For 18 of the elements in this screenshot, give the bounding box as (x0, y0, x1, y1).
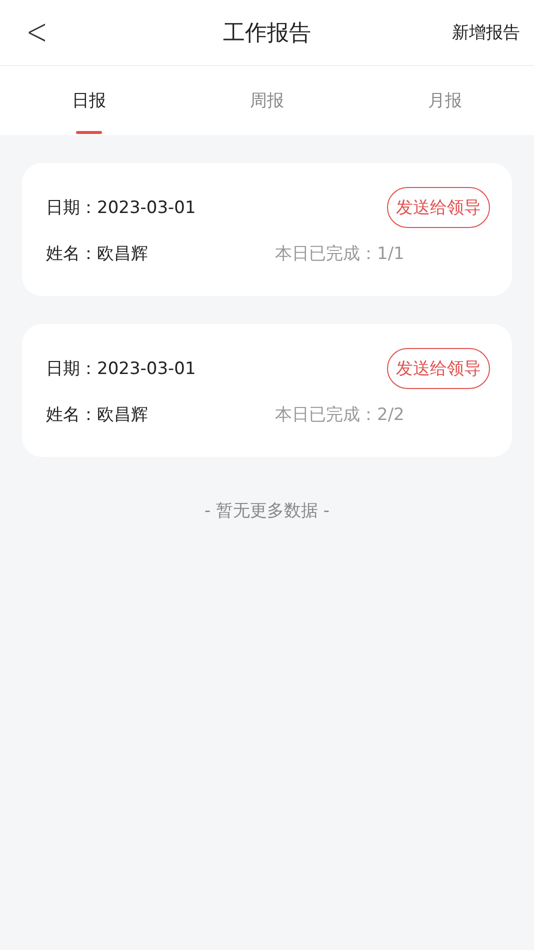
date-text: 日期：2023-03-01 (46, 358, 196, 380)
tab[interactable]: 月报 (424, 81, 466, 120)
send-to-leader-button[interactable]: 发送给领导 (387, 348, 490, 389)
page-title: 工作报告 (223, 20, 311, 48)
name-text: 姓名：欧昌辉 (46, 243, 148, 265)
completion-text: 本日已完成：2/2 (275, 404, 406, 426)
send-to-leader-button[interactable]: 发送给领导 (387, 187, 490, 228)
no-more-data-text: - 暂无更多数据 - (203, 500, 331, 522)
add-report-button[interactable]: 新增报告 (452, 21, 520, 44)
report-card[interactable]: 日期：2023-03-01 发送给领导 姓名：欧昌辉 本日已完成：2/2 (22, 324, 512, 457)
date-text: 日期：2023-03-01 (46, 197, 196, 219)
report-card[interactable]: 日期：2023-03-01 发送给领导 姓名：欧昌辉 本日已完成：1/1 (22, 163, 512, 296)
tab[interactable]: 周报 (246, 81, 288, 120)
back-button[interactable]: < (26, 12, 48, 54)
active-tab-indicator (76, 131, 102, 134)
name-text: 姓名：欧昌辉 (46, 404, 148, 426)
completion-text: 本日已完成：1/1 (275, 243, 406, 265)
tab[interactable]: 日报 (68, 81, 110, 120)
